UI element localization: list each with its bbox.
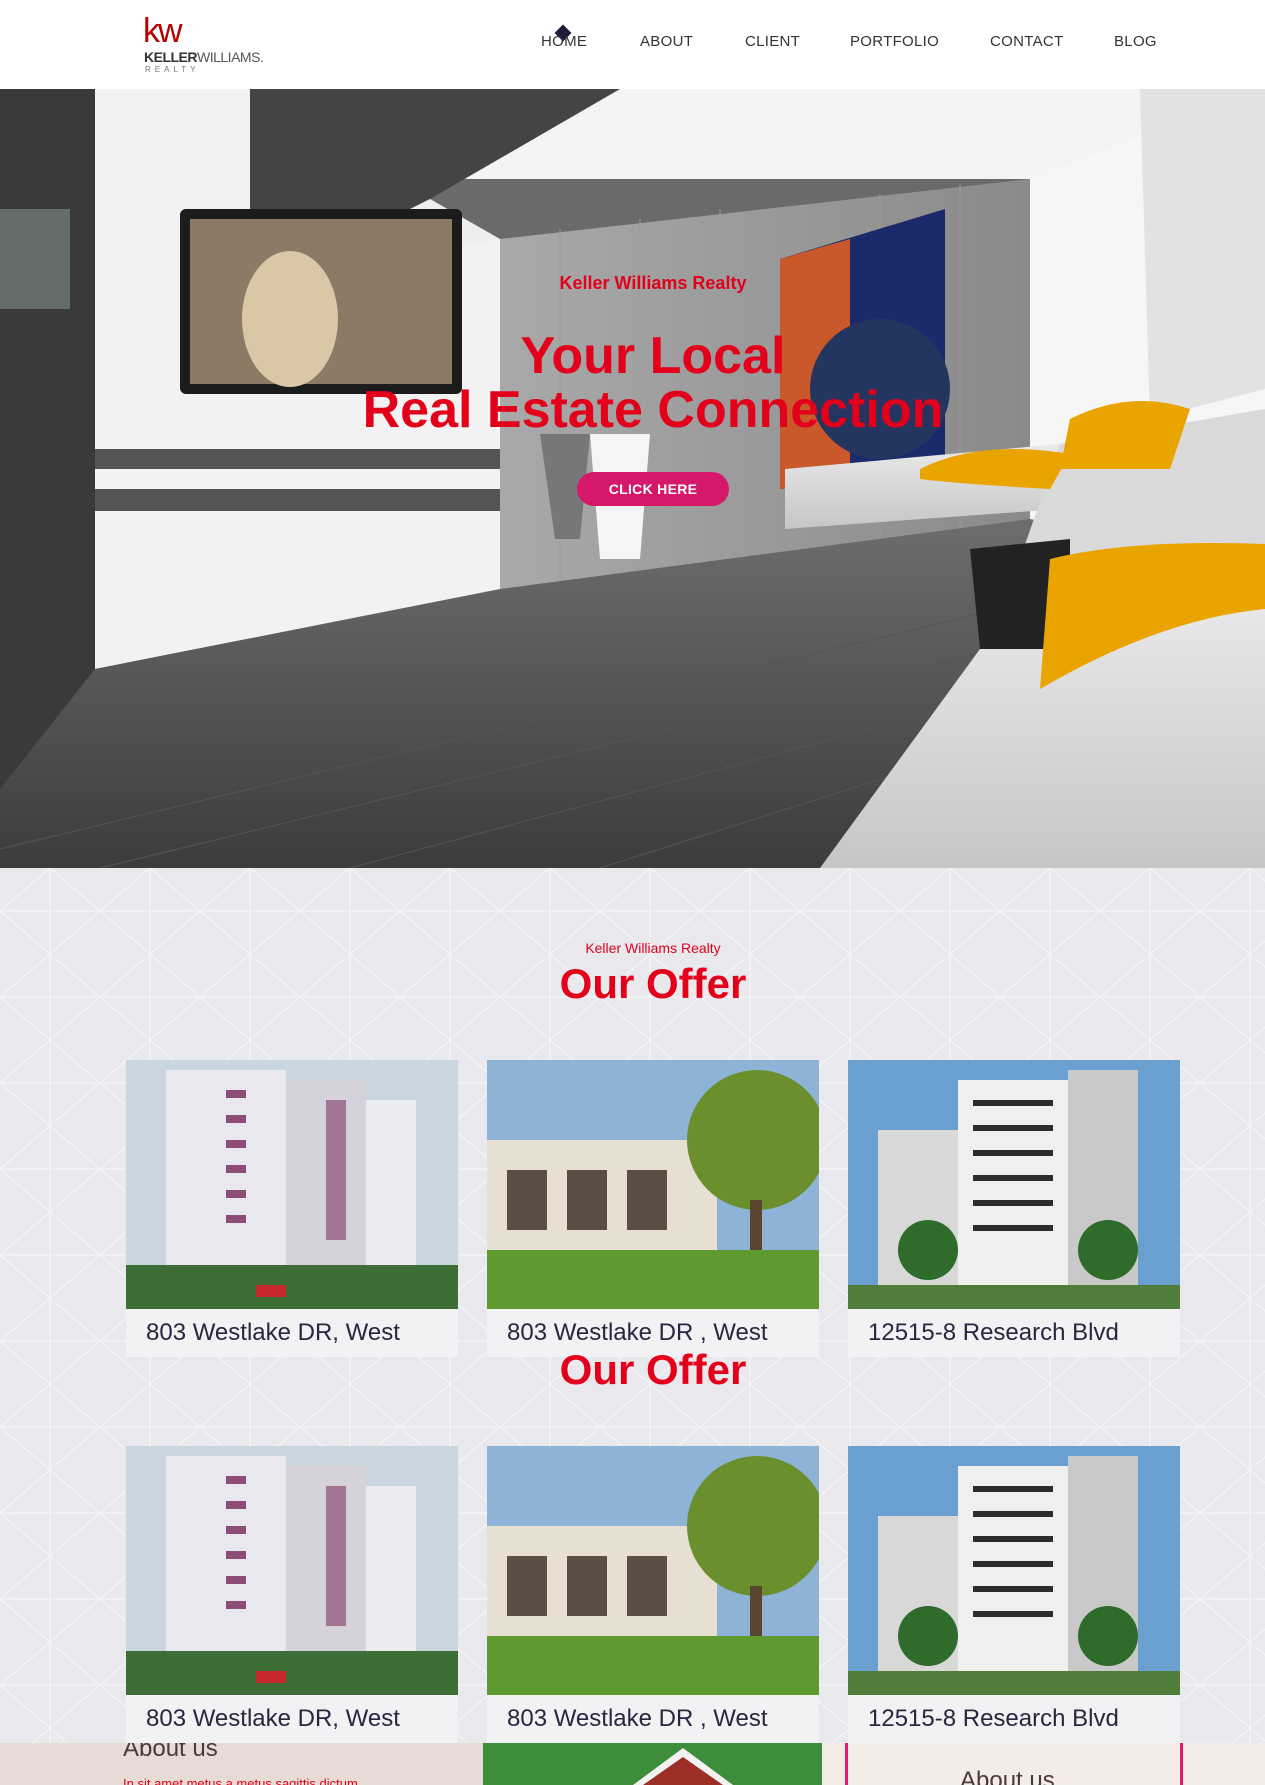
property-address: 12515-8 Research Blvd — [868, 1705, 1119, 1732]
property-address: 803 Westlake DR , West — [507, 1319, 768, 1346]
property-card[interactable]: 12515-8 Research Blvd — [848, 1446, 1180, 1743]
tower-building-image — [126, 1446, 458, 1695]
tower-building-image — [126, 1060, 458, 1309]
property-card[interactable]: 803 Westlake DR , West — [487, 1446, 819, 1743]
main-nav: HOME ABOUT CLIENT PORTFOLIO CONTACT BLOG — [0, 24, 1265, 55]
property-address: 803 Westlake DR, West — [146, 1319, 400, 1346]
nav-item-blog[interactable]: BLOG — [1114, 33, 1157, 50]
property-card[interactable]: 12515-8 Research Blvd — [848, 1060, 1180, 1357]
nav-item-portfolio[interactable]: PORTFOLIO — [850, 33, 939, 50]
about-heading-right: About us — [960, 1767, 1055, 1785]
offer-section: Keller Williams Realty Our Offer 803 Wes… — [0, 868, 1265, 1785]
hero-title-line2: Real Estate Connection — [362, 381, 944, 439]
about-section: About us In sit amet metus a metus sagit… — [0, 1743, 1265, 1785]
nav-item-contact[interactable]: CONTACT — [990, 33, 1063, 50]
property-card[interactable]: 803 Westlake DR , West — [487, 1060, 819, 1357]
nav-item-client[interactable]: CLIENT — [745, 33, 800, 50]
offer-eyebrow: Keller Williams Realty — [585, 940, 721, 956]
click-here-button[interactable]: CLICK HERE — [577, 472, 729, 506]
house-image — [483, 1743, 822, 1785]
hero-banner: Keller Williams Realty Your Local Real E… — [0, 89, 1265, 868]
hero-title-line1: Your Local — [520, 327, 786, 385]
offer-title: Our Offer — [559, 960, 747, 1007]
hero-eyebrow: Keller Williams Realty — [559, 273, 747, 293]
nav-item-about[interactable]: ABOUT — [640, 33, 693, 50]
property-address: 12515-8 Research Blvd — [868, 1319, 1119, 1346]
site-header: kw KELLERWILLIAMS. REALTY HOME ABOUT CLI… — [0, 0, 1265, 89]
nav-item-home[interactable]: HOME — [541, 33, 587, 50]
villa-image — [487, 1446, 819, 1695]
property-card[interactable]: 803 Westlake DR, West — [126, 1060, 458, 1357]
about-heading-left: About us — [123, 1743, 218, 1762]
offer-title-repeat: Our Offer — [559, 1346, 747, 1393]
highrise-image — [848, 1060, 1180, 1309]
highrise-image — [848, 1446, 1180, 1695]
property-card[interactable]: 803 Westlake DR, West — [126, 1446, 458, 1743]
villa-image — [487, 1060, 819, 1309]
logo-sub: REALTY — [145, 65, 200, 74]
property-address: 803 Westlake DR , West — [507, 1705, 768, 1732]
property-address: 803 Westlake DR, West — [146, 1705, 400, 1732]
hero-title: Your Local Real Estate Connection — [0, 329, 1265, 437]
about-text: In sit amet metus a metus sagittis dictu… — [123, 1776, 362, 1785]
